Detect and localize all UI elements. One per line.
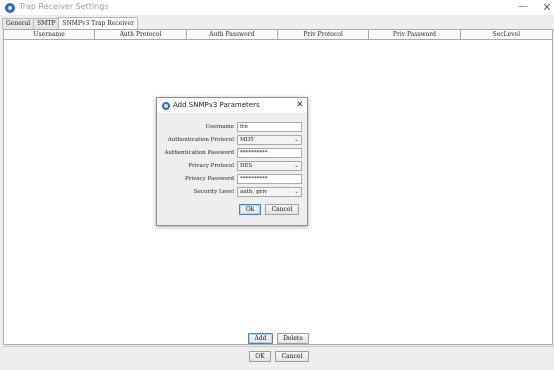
security-level-select[interactable]: auth, priv ⌄: [237, 187, 302, 197]
priv-protocol-value: DES: [240, 163, 253, 169]
column-header-auth-protocol[interactable]: Auth Protocol: [95, 30, 187, 39]
ok-button[interactable]: OK: [249, 351, 271, 362]
add-button[interactable]: Add: [248, 333, 273, 344]
auth-protocol-label: Authentication Protocol: [167, 137, 234, 143]
minimize-icon[interactable]: —: [516, 0, 530, 14]
auth-protocol-value: MD5: [240, 137, 254, 143]
chevron-down-icon: ⌄: [293, 188, 299, 195]
username-field[interactable]: fre: [237, 122, 302, 132]
dialog-ok-button[interactable]: Ok: [239, 204, 261, 215]
table-header: Username Auth Protocol Auth Password Pri…: [4, 30, 552, 40]
tab-general[interactable]: General: [2, 18, 35, 29]
dialog-title-bar: Add SNMPv3 Parameters ✕: [157, 98, 307, 113]
tab-bar: General SMTP SNMPv3 Trap Receiver: [2, 17, 138, 29]
column-header-username[interactable]: Username: [4, 30, 96, 39]
auth-protocol-select[interactable]: MD5 ⌄: [237, 135, 302, 145]
auth-password-label: Authentication Password: [164, 150, 234, 156]
priv-password-label: Privacy Password: [185, 176, 234, 182]
divider: [3, 346, 553, 347]
dialog-body: Username fre Authentication Protocol MD5…: [157, 113, 307, 225]
priv-protocol-select[interactable]: DES ⌄: [237, 161, 302, 171]
username-label: Username: [205, 124, 234, 130]
dialog-title: Add SNMPv3 Parameters: [173, 101, 260, 109]
column-header-priv-protocol[interactable]: Priv Protocol: [278, 30, 370, 39]
title-bar: Trap Receiver Settings — ✕: [0, 0, 554, 16]
add-snmpv3-parameters-dialog: Add SNMPv3 Parameters ✕ Username fre Aut…: [156, 97, 308, 226]
priv-password-field[interactable]: **********: [237, 174, 302, 184]
priv-protocol-label: Privacy Protocol: [188, 163, 234, 169]
cancel-button[interactable]: Cancel: [275, 351, 309, 362]
delete-button[interactable]: Delete: [277, 333, 309, 344]
tab-smtp[interactable]: SMTP: [33, 18, 60, 29]
security-level-label: Security Level: [193, 189, 234, 195]
window-title: Trap Receiver Settings: [19, 2, 109, 11]
auth-password-field[interactable]: **********: [237, 148, 302, 158]
column-header-priv-password[interactable]: Priv Password: [369, 30, 461, 39]
column-header-seclevel[interactable]: SecLevel: [461, 30, 552, 39]
dialog-cancel-button[interactable]: Cancel: [265, 204, 299, 215]
close-icon[interactable]: ✕: [540, 1, 554, 15]
security-level-value: auth, priv: [240, 189, 268, 195]
chevron-down-icon: ⌄: [293, 162, 299, 169]
chevron-down-icon: ⌄: [293, 136, 299, 143]
dialog-app-icon: [162, 102, 170, 110]
tab-snmpv3-trap-receiver[interactable]: SNMPv3 Trap Receiver: [58, 17, 138, 29]
app-icon: [5, 3, 15, 13]
dialog-close-icon[interactable]: ✕: [296, 100, 304, 110]
column-header-auth-password[interactable]: Auth Password: [187, 30, 278, 39]
